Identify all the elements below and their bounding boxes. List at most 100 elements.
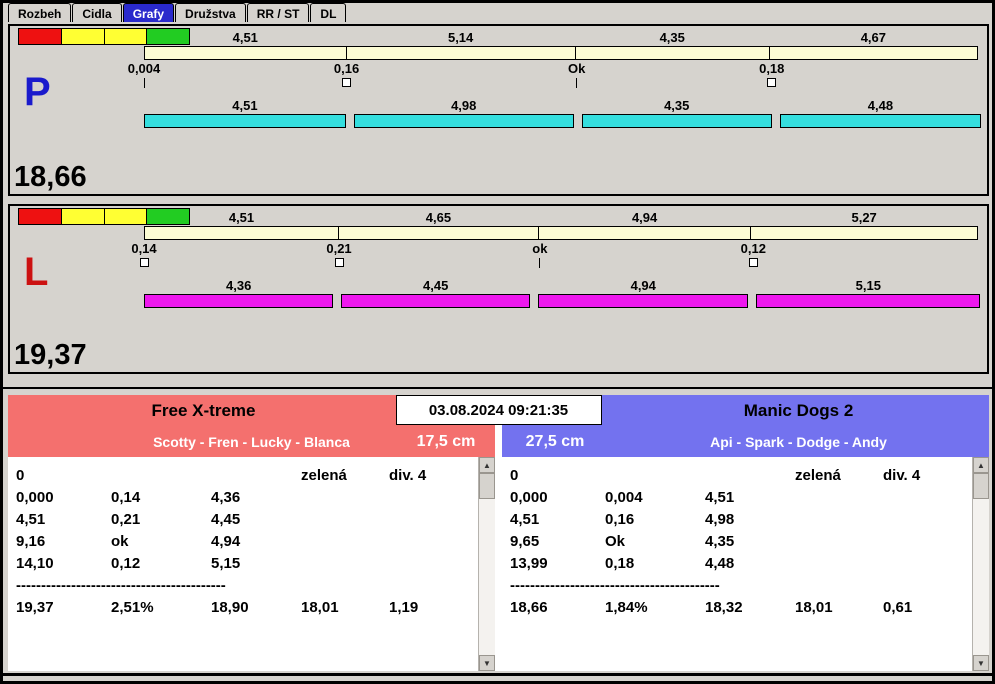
segment-bar <box>338 226 539 240</box>
table-row: 0 zelená div. 4 <box>510 465 963 487</box>
table-cell <box>883 553 963 575</box>
segment-bar <box>345 46 576 60</box>
table-cell: 4,94 <box>211 533 241 550</box>
bar-segment: 4,35 <box>574 30 770 60</box>
scroll-track[interactable] <box>479 473 495 655</box>
table-scrollbar[interactable]: ▲ ▼ <box>972 457 989 671</box>
scroll-thumb[interactable] <box>973 473 989 499</box>
status-light-cell <box>61 209 105 224</box>
split-times-bar: 4,51 5,14 4,35 4,67 <box>144 30 981 60</box>
sensor-tick: ok <box>523 241 557 268</box>
tick-deviation-label: 0,16 <box>333 61 360 76</box>
table-cell <box>301 509 389 531</box>
table-cell: 0,000 <box>510 489 548 506</box>
lane-total-time: 18,66 <box>14 161 87 193</box>
table-cell: 4,51 <box>16 511 46 528</box>
table-cell <box>389 509 469 531</box>
segment-bar <box>144 114 346 128</box>
table-cell: 1,84% <box>605 599 648 616</box>
team-result-table: 0 zelená div. 4 0,000 0,14 4,36 4,51 0,21 4,45 9,… <box>8 457 495 671</box>
segment-time-label: 4,98 <box>451 98 477 113</box>
tick-checkbox[interactable] <box>334 258 344 267</box>
jump-height-label: 17,5 cm <box>416 433 476 450</box>
sensor-tick-row: 0,004 0,16 Ok 0,18 <box>128 61 981 98</box>
segment-bar <box>341 294 531 308</box>
sensor-tick: 0,14 <box>127 241 161 267</box>
tick-mark <box>539 258 541 268</box>
segment-time-label: 5,27 <box>851 210 877 225</box>
run-panel-p: P 18,66 4,51 5,14 4,35 4,67 0,004 0,16 Ok 0,18… <box>8 24 989 196</box>
segment-bar <box>779 114 981 128</box>
bar-segment: 4,67 <box>768 30 978 60</box>
segment-time-label: 4,45 <box>423 278 449 293</box>
segment-time-label: 4,51 <box>232 98 258 113</box>
table-cell: 0,16 <box>605 511 635 528</box>
segment-bar <box>144 294 334 308</box>
team-panel-left: Free X-treme Scotty - Fren - Lucky - Bla… <box>8 395 495 671</box>
table-cell <box>795 553 883 575</box>
table-cell: 0,61 <box>883 599 913 616</box>
scroll-down-icon[interactable]: ▼ <box>973 655 989 671</box>
tab-rozbeh[interactable]: Rozbeh <box>8 3 72 22</box>
separator-dashes: ----------------------------------------… <box>16 577 226 594</box>
table-cell <box>389 487 469 509</box>
table-cell <box>389 553 469 575</box>
lane-bars: 4,51 5,14 4,35 4,67 0,004 0,16 Ok 0,18 4,51 4,9… <box>128 30 981 128</box>
table-row: 18,66 1,84% 18,32 18,01 0,61 <box>510 597 963 619</box>
table-cell: zelená <box>301 467 347 484</box>
segment-time-label: 4,35 <box>664 98 690 113</box>
tab-dru-stva[interactable]: Družstva <box>175 3 246 22</box>
bar-segment: 4,51 <box>144 30 347 60</box>
segment-bar <box>144 226 340 240</box>
segment-time-label: 4,67 <box>860 30 887 45</box>
scroll-up-icon[interactable]: ▲ <box>479 457 495 473</box>
scroll-thumb[interactable] <box>479 473 495 499</box>
tick-checkbox[interactable] <box>342 78 352 87</box>
scroll-track[interactable] <box>973 473 989 655</box>
segment-time-label: 4,94 <box>630 278 656 293</box>
segment-bar <box>537 226 752 240</box>
tick-checkbox[interactable] <box>139 258 149 267</box>
segment-bar <box>538 294 749 308</box>
table-cell: 4,51 <box>510 511 540 528</box>
segment-bar <box>574 46 770 60</box>
separator-dashes: ----------------------------------------… <box>510 577 720 594</box>
table-cell: 0,000 <box>16 489 54 506</box>
jump-height-label: 27,5 cm <box>525 433 585 450</box>
sensor-tick: 0,18 <box>755 61 789 87</box>
bar-segment: 4,65 <box>338 210 539 240</box>
table-cell: 4,35 <box>705 533 735 550</box>
table-cell: 4,51 <box>705 489 735 506</box>
table-row: 9,16 ok 4,94 <box>16 531 469 553</box>
scroll-up-icon[interactable]: ▲ <box>973 457 989 473</box>
tick-deviation-label: 0,18 <box>759 61 785 76</box>
table-row: 4,51 0,16 4,98 <box>510 509 963 531</box>
tick-checkbox[interactable] <box>767 78 777 87</box>
table-cell: 18,01 <box>301 599 339 616</box>
sensor-tick: 0,21 <box>322 241 356 267</box>
bar-segment: 4,36 <box>144 278 337 308</box>
status-light-cell <box>104 29 148 44</box>
tick-checkbox[interactable] <box>748 258 758 267</box>
bar-segment: 4,51 <box>144 210 340 240</box>
tab-rr-st[interactable]: RR / ST <box>246 3 310 22</box>
segment-time-label: 4,36 <box>226 278 252 293</box>
sensor-tick: 0,16 <box>330 61 364 87</box>
table-cell: Ok <box>605 533 626 550</box>
segment-time-label: 5,14 <box>447 30 474 45</box>
bar-segment: 5,15 <box>752 278 981 308</box>
table-scrollbar[interactable]: ▲ ▼ <box>478 457 495 671</box>
table-cell: 18,66 <box>510 599 548 616</box>
table-cell: 0,12 <box>111 555 141 572</box>
team-name: Manic Dogs 2 <box>743 401 854 420</box>
table-row: 0,000 0,004 4,51 <box>510 487 963 509</box>
segment-bar <box>756 294 981 308</box>
scroll-down-icon[interactable]: ▼ <box>479 655 495 671</box>
tab-dl[interactable]: DL <box>310 3 347 22</box>
table-cell: 0,14 <box>111 489 141 506</box>
tab-grafy[interactable]: Grafy <box>122 3 175 22</box>
table-cell: 0,18 <box>605 555 635 572</box>
team-sub-row: Api - Spark - Dodge - Andy 27,5 cm <box>502 427 989 457</box>
tab-cidla[interactable]: Cidla <box>72 3 122 22</box>
tick-deviation-label: ok <box>532 241 548 256</box>
